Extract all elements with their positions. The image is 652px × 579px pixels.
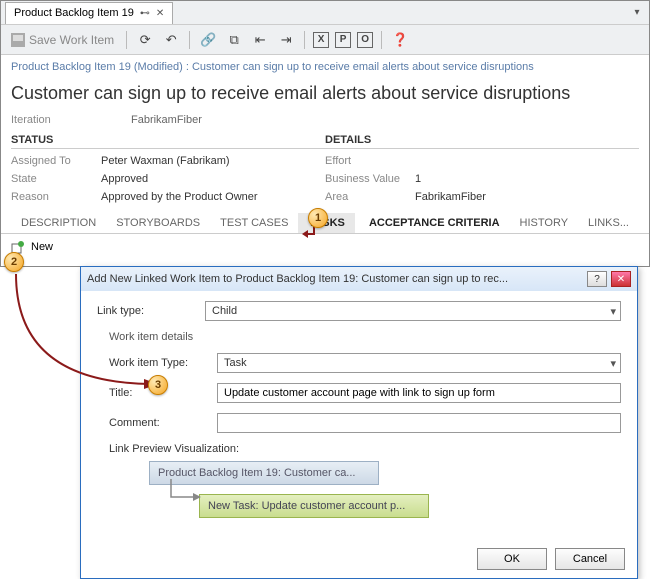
comment-input[interactable] bbox=[217, 413, 621, 433]
business-value-label: Business Value bbox=[325, 173, 415, 185]
document-tab[interactable]: Product Backlog Item 19 ⊷ ✕ bbox=[5, 2, 173, 24]
assigned-to-label: Assigned To bbox=[11, 155, 101, 167]
tab-title: Product Backlog Item 19 bbox=[14, 7, 134, 19]
tab-history[interactable]: HISTORY bbox=[510, 213, 579, 233]
area-value[interactable]: FabrikamFiber bbox=[415, 191, 486, 203]
help-icon[interactable]: ❓ bbox=[390, 30, 410, 50]
title-input[interactable] bbox=[217, 383, 621, 403]
ok-button[interactable]: OK bbox=[477, 548, 547, 570]
pin-icon[interactable]: ⊷ bbox=[140, 8, 150, 19]
tab-acceptance-criteria[interactable]: ACCEPTANCE CRITERIA bbox=[359, 213, 510, 233]
work-item-details-section: Work item details bbox=[109, 331, 621, 343]
iteration-label: Iteration bbox=[11, 114, 101, 126]
details-header: DETAILS bbox=[325, 134, 639, 149]
tab-test-cases[interactable]: TEST CASES bbox=[210, 213, 298, 233]
preview-child-node: New Task: Update customer account p... bbox=[199, 494, 429, 518]
breadcrumb: Product Backlog Item 19 (Modified) : Cus… bbox=[1, 55, 649, 79]
toolbar: Save Work Item ⟳ ↶ 🔗 ⧉ ⇤ ⇥ X P O ❓ bbox=[1, 25, 649, 55]
comment-label: Comment: bbox=[109, 417, 209, 429]
o-box-icon[interactable]: O bbox=[357, 32, 373, 48]
callout-1: 1 bbox=[308, 208, 328, 228]
dialog-help-button[interactable]: ? bbox=[587, 271, 607, 287]
cancel-button[interactable]: Cancel bbox=[555, 548, 625, 570]
area-label: Area bbox=[325, 191, 415, 203]
iteration-value[interactable]: FabrikamFiber bbox=[131, 114, 202, 126]
copy-icon[interactable]: ⧉ bbox=[224, 30, 244, 50]
link-type-label: Link type: bbox=[97, 305, 197, 317]
new-button[interactable]: New bbox=[31, 241, 53, 253]
work-item-type-label: Work item Type: bbox=[109, 357, 209, 369]
assigned-to-value[interactable]: Peter Waxman (Fabrikam) bbox=[101, 155, 230, 167]
close-icon[interactable]: ✕ bbox=[156, 8, 164, 19]
tab-links[interactable]: LINKS... bbox=[578, 213, 639, 233]
add-linked-work-item-dialog: Add New Linked Work Item to Product Back… bbox=[80, 266, 638, 579]
document-tabbar: Product Backlog Item 19 ⊷ ✕ ▾ bbox=[1, 1, 649, 25]
p-box-icon[interactable]: P bbox=[335, 32, 351, 48]
save-disk-icon bbox=[11, 33, 25, 47]
tab-storyboards[interactable]: STORYBOARDS bbox=[106, 213, 210, 233]
callout-2: 2 bbox=[4, 252, 24, 272]
tab-description[interactable]: DESCRIPTION bbox=[11, 213, 106, 233]
link-preview-label: Link Preview Visualization: bbox=[109, 443, 621, 455]
outdent-icon[interactable]: ⇤ bbox=[250, 30, 270, 50]
link-preview: Product Backlog Item 19: Customer ca... … bbox=[109, 461, 621, 518]
save-label: Save Work Item bbox=[29, 33, 114, 47]
work-item-title[interactable]: Customer can sign up to receive email al… bbox=[1, 79, 649, 114]
link-type-combo[interactable]: Child bbox=[205, 301, 621, 321]
undo-icon[interactable]: ↶ bbox=[161, 30, 181, 50]
refresh-icon[interactable]: ⟳ bbox=[135, 30, 155, 50]
x-box-icon[interactable]: X bbox=[313, 32, 329, 48]
business-value-value[interactable]: 1 bbox=[415, 173, 421, 185]
status-header: STATUS bbox=[11, 134, 325, 149]
state-label: State bbox=[11, 173, 101, 185]
save-work-item-button[interactable]: Save Work Item bbox=[7, 33, 118, 47]
tab-dropdown-icon[interactable]: ▾ bbox=[629, 5, 645, 21]
effort-label: Effort bbox=[325, 155, 415, 167]
reason-label: Reason bbox=[11, 191, 101, 203]
dialog-close-button[interactable]: ✕ bbox=[611, 271, 631, 287]
state-value[interactable]: Approved bbox=[101, 173, 148, 185]
reason-value[interactable]: Approved by the Product Owner bbox=[101, 191, 258, 203]
work-item-type-combo[interactable]: Task bbox=[217, 353, 621, 373]
indent-icon[interactable]: ⇥ bbox=[276, 30, 296, 50]
dialog-title: Add New Linked Work Item to Product Back… bbox=[87, 273, 508, 285]
callout-3: 3 bbox=[148, 375, 168, 395]
link-icon[interactable]: 🔗 bbox=[198, 30, 218, 50]
